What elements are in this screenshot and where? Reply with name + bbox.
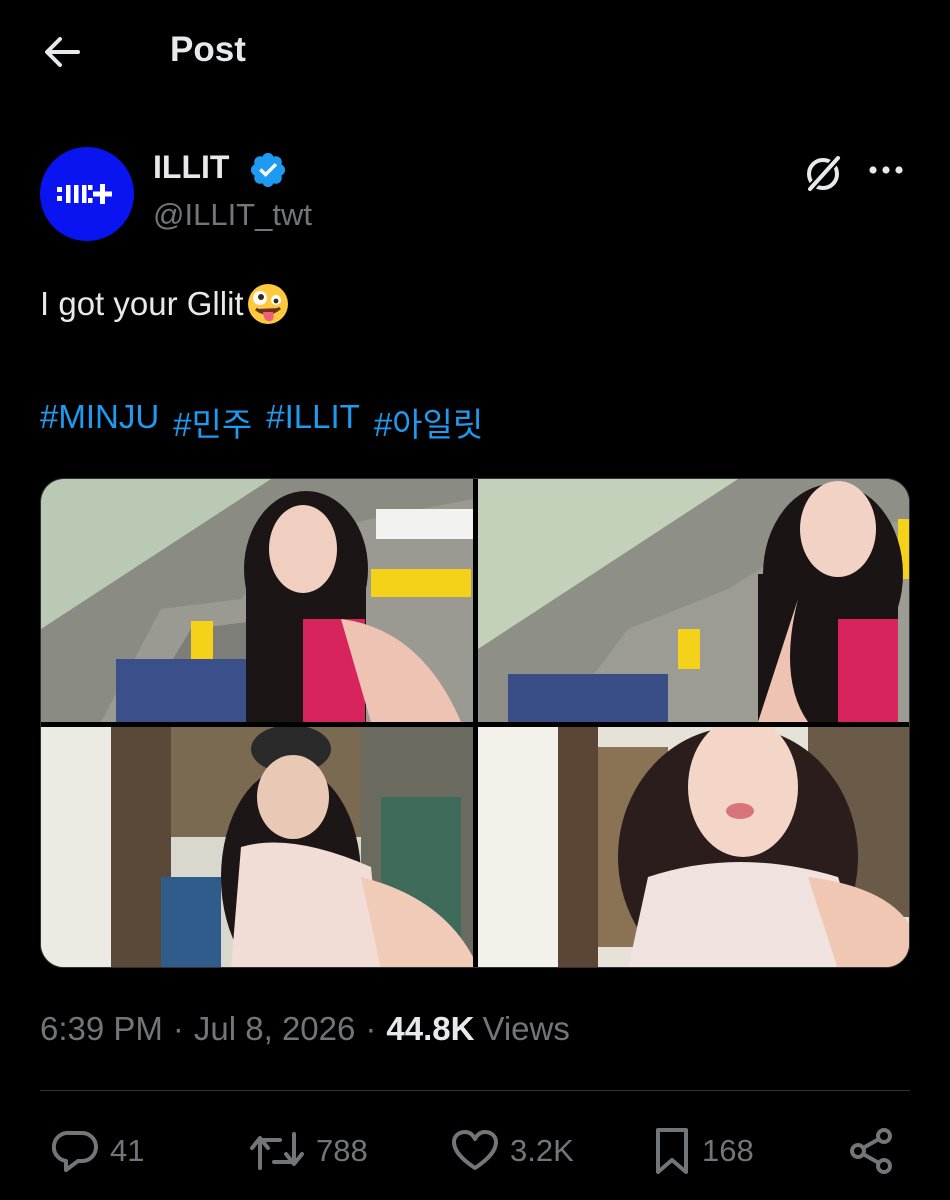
more-options-icon[interactable] <box>864 152 908 188</box>
photo-4[interactable] <box>478 727 909 967</box>
photo-2[interactable] <box>478 479 909 722</box>
top-bar: Post <box>0 0 950 104</box>
meta-separator: · <box>365 1010 377 1047</box>
hashtag-link[interactable]: #민주 <box>173 398 252 446</box>
like-button[interactable]: 3.2K <box>450 1124 574 1178</box>
reply-button[interactable]: 41 <box>52 1124 144 1178</box>
tweet-text-content: I got your Gllit <box>40 285 244 322</box>
reply-icon <box>52 1130 98 1172</box>
views-label: Views <box>482 1010 570 1047</box>
share-button[interactable] <box>846 1124 906 1178</box>
page-title: Post <box>170 30 246 69</box>
repost-icon <box>250 1132 304 1170</box>
illit-logo-icon <box>57 184 112 204</box>
heart-icon <box>452 1130 498 1170</box>
hashtag-link[interactable]: #ILLIT <box>266 398 360 446</box>
hashtag-link[interactable]: #아일릿 <box>374 398 483 446</box>
share-icon <box>850 1128 892 1174</box>
repost-button[interactable]: 788 <box>248 1124 368 1178</box>
post-date[interactable]: Jul 8, 2026 <box>194 1010 355 1048</box>
views-count: 44.8K <box>386 1010 475 1047</box>
like-count: 3.2K <box>510 1133 574 1168</box>
bookmark-button[interactable]: 168 <box>652 1124 754 1178</box>
media-grid <box>40 478 910 968</box>
photo-4-image <box>478 727 909 967</box>
photo-1-image <box>41 479 473 722</box>
hashtag-list: #MINJU #민주 #ILLIT #아일릿 <box>40 398 497 446</box>
photo-3[interactable] <box>41 727 473 967</box>
tweet-text: I got your Gllit <box>40 282 290 326</box>
photo-1[interactable] <box>41 479 473 722</box>
reply-count: 41 <box>110 1133 145 1168</box>
photo-2-image <box>478 479 909 722</box>
back-button[interactable] <box>38 32 86 72</box>
bookmark-icon <box>656 1128 688 1174</box>
post-time: 6:39 PM <box>40 1010 163 1047</box>
meta-separator: · <box>172 1010 184 1047</box>
arrow-left-icon <box>45 37 80 67</box>
verified-badge-icon <box>250 152 286 188</box>
author-handle[interactable]: @ILLIT_twt <box>153 197 312 233</box>
grok-icon[interactable] <box>800 150 846 196</box>
author-name[interactable]: ILLIT <box>153 149 229 186</box>
divider <box>40 1090 910 1091</box>
bookmark-count: 168 <box>702 1133 754 1168</box>
photo-3-image <box>41 727 473 967</box>
zany-face-emoji-icon <box>247 284 288 324</box>
hashtag-link[interactable]: #MINJU <box>40 398 159 446</box>
repost-count: 788 <box>316 1133 368 1168</box>
post-meta: 6:39 PM · Jul 8, 2026 · 44.8K Views <box>40 1010 570 1048</box>
avatar[interactable] <box>40 147 134 241</box>
